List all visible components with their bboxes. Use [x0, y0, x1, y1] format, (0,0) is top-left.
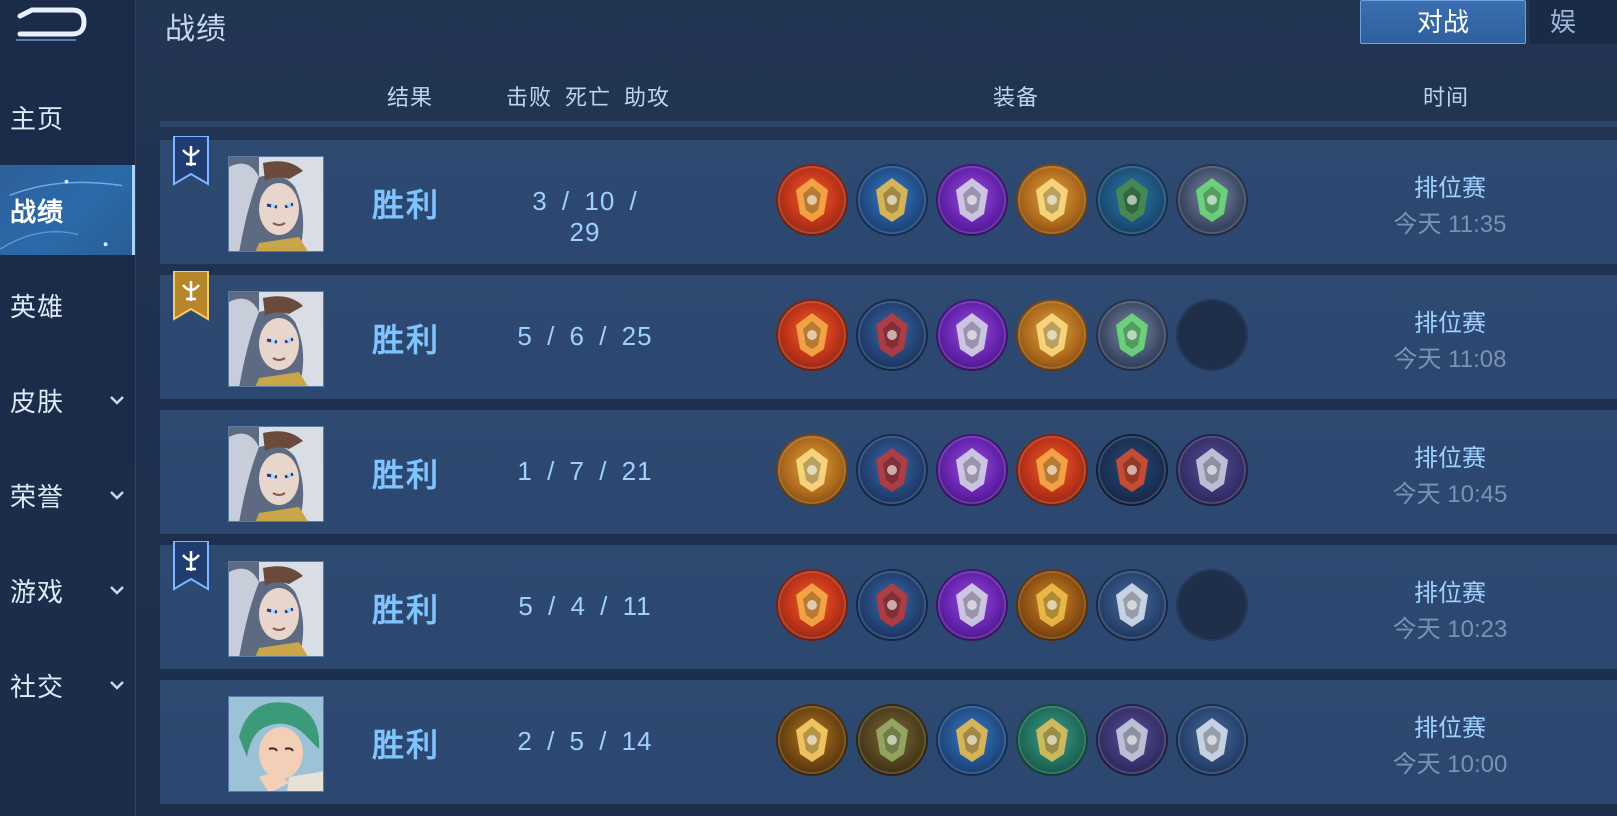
chevron-down-icon [110, 681, 124, 690]
red-amulet-icon[interactable] [776, 164, 848, 236]
sidebar-item-1[interactable]: 战绩 [0, 165, 135, 255]
match-time: 今天 11:08 [1393, 346, 1507, 373]
equipment-list [776, 434, 1248, 510]
purple-gauntlet-icon[interactable] [936, 434, 1008, 506]
kda-score: 5 / 6 / 25 [517, 321, 653, 351]
silver-haired-hero-portrait[interactable] [228, 426, 324, 522]
gold-crest-icon[interactable] [1016, 299, 1088, 371]
silver-gem-icon[interactable] [1096, 299, 1168, 371]
sidebar-item-label: 社交 [10, 671, 65, 702]
red-amulet-icon[interactable] [1016, 434, 1088, 506]
tab-battle[interactable]: 对战 [1360, 0, 1526, 44]
gold-dagger-icon[interactable] [776, 704, 848, 776]
silver-haired-hero-portrait[interactable] [228, 291, 324, 387]
match-row[interactable]: 胜利 1 / 7 / 21 排位赛今天 10:45 [160, 410, 1617, 534]
gold-ring-icon[interactable] [1016, 569, 1088, 641]
match-time: 今天 10:45 [1392, 481, 1508, 508]
match-row[interactable]: 胜利 5 / 6 / 25 排位赛今天 11:08 [160, 270, 1617, 399]
silver-armor-icon[interactable] [1176, 434, 1248, 506]
match-result: 胜利 [372, 592, 441, 628]
green-haired-hero-portrait[interactable] [228, 696, 324, 792]
kda-score: 1 / 7 / 21 [517, 456, 653, 486]
match-mode: 排位赛 [1414, 580, 1486, 607]
equipment-list [776, 299, 1248, 375]
blue-rank-badge-icon [172, 540, 210, 593]
purple-gauntlet-icon[interactable] [936, 164, 1008, 236]
blue-rank-badge-icon [172, 135, 210, 188]
sidebar-item-label: 荣誉 [10, 481, 65, 512]
gold-crest-icon[interactable] [776, 434, 848, 506]
kda-score: 5 / 4 / 11 [518, 591, 652, 621]
match-result: 胜利 [372, 727, 441, 763]
silver-haired-hero-portrait[interactable] [228, 156, 324, 252]
gold-rank-badge-icon [172, 270, 210, 323]
column-header-time: 时间 [1423, 85, 1470, 110]
red-boots-icon[interactable] [856, 569, 928, 641]
match-mode: 排位赛 [1414, 310, 1486, 337]
sidebar-item-label: 主页 [10, 103, 65, 134]
match-mode: 排位赛 [1414, 715, 1486, 742]
red-boots-icon[interactable] [856, 299, 928, 371]
sidebar-item-label: 皮肤 [10, 386, 65, 417]
red-amulet-icon[interactable] [776, 299, 848, 371]
match-row[interactable]: 胜利 3 / 10 / 29 排位赛今天 11:35 [160, 135, 1617, 264]
match-row[interactable]: 胜利 2 / 5 / 14 排位赛今天 10:00 [160, 680, 1617, 804]
chevron-down-icon [110, 586, 124, 595]
red-crystal-icon[interactable] [1096, 434, 1168, 506]
column-header-assists: 助攻 [624, 85, 671, 110]
sidebar-item-6[interactable]: 社交 [0, 640, 135, 730]
match-result: 胜利 [372, 187, 441, 223]
match-mode: 排位赛 [1414, 445, 1486, 472]
match-time: 今天 11:35 [1393, 211, 1507, 238]
column-header-result: 结果 [387, 85, 434, 110]
equipment-list [776, 569, 1248, 645]
gold-crest-icon[interactable] [1016, 164, 1088, 236]
steel-bracer-icon[interactable] [1096, 569, 1168, 641]
olive-boots-icon[interactable] [856, 704, 928, 776]
equipment-list [776, 704, 1248, 780]
chevron-down-icon [110, 491, 124, 500]
silver-armor-icon[interactable] [1096, 704, 1168, 776]
chevron-down-icon [110, 396, 124, 405]
purple-gauntlet-icon[interactable] [936, 569, 1008, 641]
match-mode: 排位赛 [1414, 175, 1486, 202]
page-title: 战绩 [165, 13, 227, 46]
sidebar-item-label: 游戏 [10, 576, 65, 607]
blue-crest-icon[interactable] [856, 164, 928, 236]
match-result: 胜利 [372, 322, 441, 358]
red-amulet-icon[interactable] [776, 569, 848, 641]
column-header-deaths: 死亡 [565, 85, 612, 110]
column-header-equipment: 装备 [993, 85, 1040, 110]
match-time: 今天 10:23 [1392, 616, 1508, 643]
empty-item-slot [1176, 569, 1248, 641]
active-glow-decoration [0, 179, 123, 250]
mode-tabs: 对战 娱 [1360, 0, 1617, 46]
match-row[interactable]: 胜利 5 / 4 / 11 排位赛今天 10:23 [160, 540, 1617, 669]
blue-crest-icon[interactable] [936, 704, 1008, 776]
sidebar: 主页战绩英雄皮肤荣誉游戏社交 [0, 0, 136, 816]
equipment-list [776, 164, 1248, 240]
green-rune-icon[interactable] [1016, 704, 1088, 776]
sidebar-item-0[interactable]: 主页 [0, 72, 135, 162]
sidebar-item-label: 英雄 [10, 291, 65, 322]
kda-score: 3 / 10 / 29 [532, 186, 638, 247]
sidebar-item-2[interactable]: 英雄 [0, 260, 135, 350]
header-divider [160, 121, 1617, 127]
sidebar-item-5[interactable]: 游戏 [0, 545, 135, 635]
empty-item-slot [1176, 299, 1248, 371]
steel-bracer-icon[interactable] [1176, 704, 1248, 776]
tab-entertainment[interactable]: 娱 [1530, 0, 1617, 44]
kda-score: 2 / 5 / 14 [517, 726, 653, 756]
match-time: 今天 10:00 [1392, 751, 1508, 778]
green-boots-icon[interactable] [1096, 164, 1168, 236]
back-arrow-icon[interactable] [10, 4, 90, 44]
sidebar-item-4[interactable]: 荣誉 [0, 450, 135, 540]
column-header-kills: 击败 [506, 85, 553, 110]
match-result: 胜利 [372, 457, 441, 493]
silver-haired-hero-portrait[interactable] [228, 561, 324, 657]
sidebar-item-3[interactable]: 皮肤 [0, 355, 135, 445]
purple-gauntlet-icon[interactable] [936, 299, 1008, 371]
red-boots-icon[interactable] [856, 434, 928, 506]
silver-gem-icon[interactable] [1176, 164, 1248, 236]
